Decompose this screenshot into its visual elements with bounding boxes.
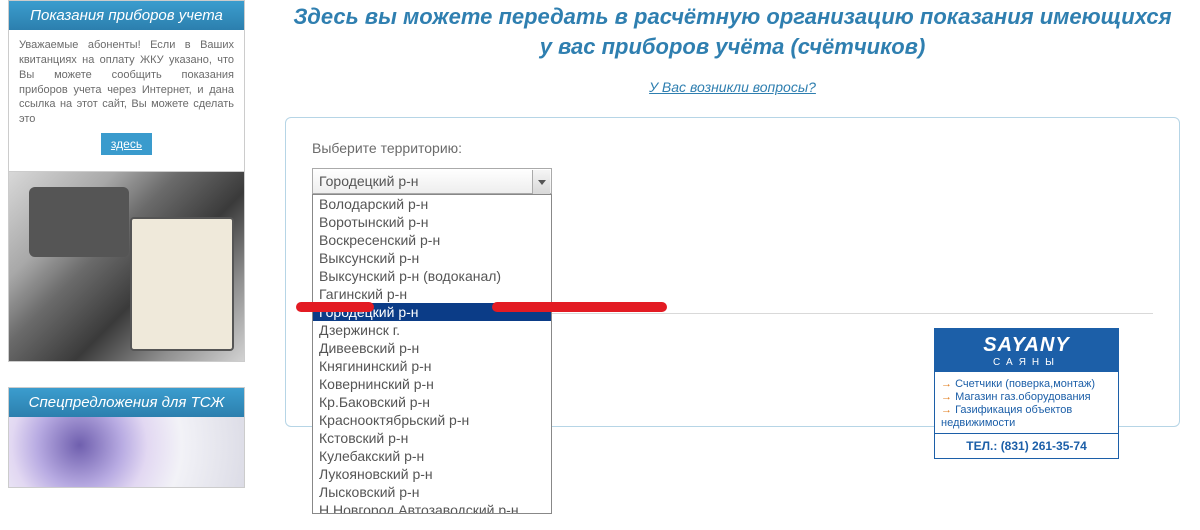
territory-option[interactable]: Гагинский р-н (313, 285, 551, 303)
widget-title: Спецпредложения для ТСЖ (9, 388, 244, 417)
territory-dropdown[interactable]: Володарский р-нВоротынский р-нВоскресенс… (312, 194, 552, 514)
territory-option[interactable]: Кстовский р-н (313, 429, 551, 447)
territory-option[interactable]: Княгининский р-н (313, 357, 551, 375)
territory-combo-wrap: Городецкий р-н Володарский р-нВоротынски… (312, 168, 552, 194)
main-content: Здесь вы можете передать в расчётную орг… (245, 0, 1200, 513)
page-title: Здесь вы можете передать в расчётную орг… (285, 2, 1180, 61)
chevron-down-icon[interactable] (532, 170, 550, 194)
help-link[interactable]: У Вас возникли вопросы? (285, 79, 1180, 95)
territory-option[interactable]: Володарский р-н (313, 195, 551, 213)
territory-option[interactable]: Лукояновский р-н (313, 465, 551, 483)
ad-service-item: недвижимости (941, 417, 1112, 429)
widget-intro-text: Уважаемые абоненты! Если в Ваших квитанц… (19, 39, 234, 125)
meter-form-panel: Выберите территорию: Городецкий р-н Воло… (285, 117, 1180, 427)
territory-option[interactable]: Кр.Баковский р-н (313, 393, 551, 411)
ad-service-item: Газификация объектов (941, 404, 1112, 416)
territory-option[interactable]: Краснооктябрьский р-н (313, 411, 551, 429)
territory-option[interactable]: Дзержинск г. (313, 321, 551, 339)
territory-label: Выберите территорию: (312, 140, 1153, 156)
ad-phone: ТЕЛ.: (831) 261-35-74 (935, 433, 1118, 458)
territory-select[interactable]: Городецкий р-н (312, 168, 552, 194)
widget-body (9, 417, 244, 487)
meter-image (9, 171, 244, 361)
ad-phone-label: ТЕЛ.: (966, 439, 997, 453)
ad-services-list: Счетчики (поверка,монтаж)Магазин газ.обо… (935, 372, 1118, 433)
territory-option[interactable]: Ковернинский р-н (313, 375, 551, 393)
territory-option[interactable]: Городецкий р-н (313, 303, 551, 321)
widget-title: Показания приборов учета (9, 1, 244, 30)
territory-option[interactable]: Воротынский р-н (313, 213, 551, 231)
ad-service-item: Счетчики (поверка,монтаж) (941, 378, 1112, 390)
territory-selected-value: Городецкий р-н (319, 173, 419, 189)
special-offers-widget: Спецпредложения для ТСЖ (8, 387, 245, 488)
ad-logo: SAYANY (935, 335, 1118, 355)
ad-service-item: Магазин газ.оборудования (941, 391, 1112, 403)
here-link[interactable]: здесь (101, 133, 152, 155)
territory-option[interactable]: Воскресенский р-н (313, 231, 551, 249)
meter-readings-widget: Показания приборов учета Уважаемые абоне… (8, 0, 245, 362)
sayany-ad[interactable]: SAYANY САЯНЫ Счетчики (поверка,монтаж)Ма… (934, 328, 1119, 459)
ad-sublogo: САЯНЫ (935, 357, 1118, 368)
territory-option[interactable]: Выксунский р-н (водоканал) (313, 267, 551, 285)
territory-option[interactable]: Кулебакский р-н (313, 447, 551, 465)
ad-phone-number: (831) 261-35-74 (1001, 439, 1087, 453)
territory-option[interactable]: Лысковский р-н (313, 483, 551, 501)
offers-image (9, 417, 244, 487)
territory-option[interactable]: Дивеевский р-н (313, 339, 551, 357)
ad-header: SAYANY САЯНЫ (935, 329, 1118, 372)
territory-option[interactable]: Выксунский р-н (313, 249, 551, 267)
sidebar: Показания приборов учета Уважаемые абоне… (0, 0, 245, 513)
territory-option[interactable]: Н.Новгород Автозаводский р-н (313, 501, 551, 514)
widget-body: Уважаемые абоненты! Если в Ваших квитанц… (9, 30, 244, 171)
